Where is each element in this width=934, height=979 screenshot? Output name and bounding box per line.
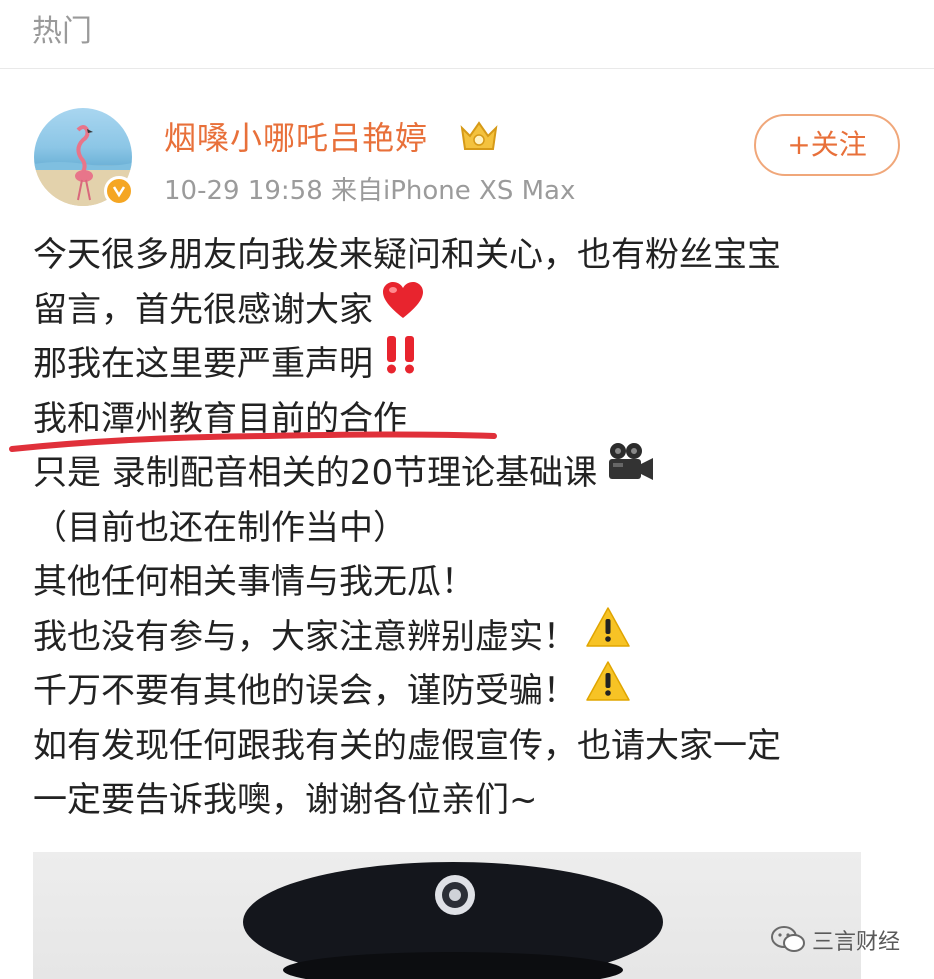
- post-line: 其他任何相关事情与我无瓜！: [33, 555, 913, 610]
- divider: [0, 68, 934, 69]
- post-line: 如有发现任何跟我有关的虚假宣传，也请大家一定: [33, 719, 913, 774]
- post-line: （目前也还在制作当中）: [33, 501, 913, 556]
- post-line-text: 我也没有参与，大家注意辨别虚实！: [33, 616, 577, 657]
- warning-icon: [585, 660, 631, 719]
- double-exclamation-icon: [381, 333, 421, 392]
- post-body: 今天很多朋友向我发来疑问和关心，也有粉丝宝宝 留言，首先很感谢大家 那我在这里要严重…: [33, 228, 913, 828]
- post-image[interactable]: [33, 852, 861, 979]
- wechat-icon: [771, 926, 805, 952]
- post-line-text: 只是 录制配音相关的20节理论基础课: [33, 453, 598, 493]
- post-meta: 10-29 19:58 来自iPhone XS Max: [164, 176, 576, 206]
- verified-badge-icon: [104, 176, 134, 206]
- post-line-text: 其他任何相关事情与我无瓜！: [33, 562, 475, 602]
- post-line-text: 一定要告诉我噢，谢谢各位亲们~: [33, 780, 538, 820]
- post-line-text: 留言，首先很感谢大家: [33, 289, 373, 330]
- page-title: 热门: [32, 14, 92, 49]
- post-line: 今天很多朋友向我发来疑问和关心，也有粉丝宝宝: [33, 228, 913, 283]
- crown-icon: [459, 118, 499, 154]
- movie-camera-icon: [605, 441, 655, 502]
- post-line-text: 今天很多朋友向我发来疑问和关心，也有粉丝宝宝: [33, 235, 781, 275]
- top-bar: 热门: [0, 0, 934, 68]
- post-line: 我也没有参与，大家注意辨别虚实！: [33, 607, 913, 665]
- post-line-text: 如有发现任何跟我有关的虚假宣传，也请大家一定: [33, 725, 781, 766]
- username[interactable]: 烟嗓小哪吒吕艳婷: [164, 113, 428, 159]
- post-line-text: 那我在这里要严重声明: [33, 344, 373, 384]
- follow-button[interactable]: +关注: [754, 114, 900, 176]
- watermark: 三言财经: [770, 924, 930, 956]
- post-line: 留言，首先很感谢大家: [33, 280, 913, 338]
- post-line-text: （目前也还在制作当中）: [33, 507, 407, 548]
- post-line-text: 千万不要有其他的误会，谨防受骗！: [33, 671, 577, 711]
- post-line: 一定要告诉我噢，谢谢各位亲们~: [33, 773, 913, 828]
- warning-icon: [585, 606, 631, 665]
- post-line: 那我在这里要严重声明: [33, 336, 913, 392]
- red-underline-annotation: [9, 431, 497, 452]
- post-line: 千万不要有其他的误会，谨防受骗！: [33, 661, 913, 719]
- heart-icon: [381, 280, 425, 337]
- watermark-text: 三言财经: [812, 930, 901, 955]
